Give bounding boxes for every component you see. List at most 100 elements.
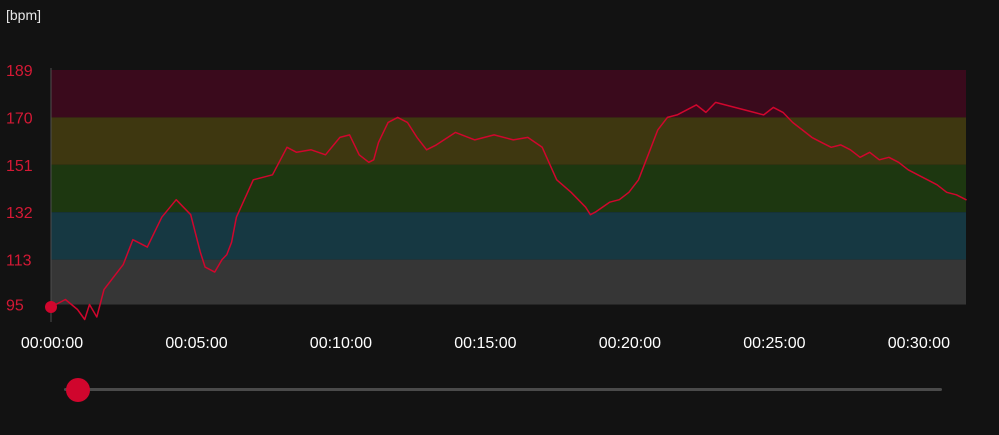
- heart-rate-point: [724, 104, 726, 106]
- heart-rate-point: [585, 206, 587, 208]
- heart-rate-point: [89, 304, 91, 306]
- x-tick-label: 00:30:00: [888, 335, 950, 352]
- heart-rate-point: [850, 149, 852, 151]
- heart-rate-point: [801, 129, 803, 131]
- heart-rate-point: [358, 154, 360, 156]
- heart-rate-point: [221, 259, 223, 261]
- heart-rate-point: [103, 289, 105, 291]
- heart-rate-point: [638, 179, 640, 181]
- zone-band-3: [51, 164, 966, 213]
- heart-rate-point: [696, 104, 698, 106]
- heart-rate-point: [204, 266, 206, 268]
- time-scrubber[interactable]: [64, 375, 942, 405]
- scrubber-thumb[interactable]: [66, 378, 90, 402]
- heart-rate-point: [373, 159, 375, 161]
- heart-rate-point: [753, 112, 755, 114]
- heart-rate-point: [821, 142, 823, 144]
- heart-rate-point: [378, 142, 380, 144]
- heart-rate-point: [426, 149, 428, 151]
- heart-rate-point: [869, 152, 871, 154]
- y-tick-label: 95: [6, 298, 24, 315]
- heart-rate-point: [161, 216, 163, 218]
- zone-band-1: [51, 70, 966, 118]
- heart-rate-point: [368, 162, 370, 164]
- zone-band-2: [51, 117, 966, 165]
- heart-rate-point: [936, 184, 938, 186]
- heart-rate-point: [77, 309, 79, 311]
- heart-rate-point: [907, 169, 909, 171]
- heart-rate-point: [667, 117, 669, 119]
- y-tick-label: 170: [6, 110, 33, 127]
- heart-rate-point: [594, 211, 596, 213]
- zone-band-4: [51, 212, 966, 260]
- heart-rate-point: [686, 109, 688, 111]
- heart-rate-point: [435, 144, 437, 146]
- heart-rate-point: [493, 134, 495, 136]
- heart-rate-point: [715, 102, 717, 104]
- heart-rate-view: [bpm] 189 170 151 132 113 95 00:00:00 00:05:00 00…: [0, 0, 999, 435]
- heart-rate-point: [898, 162, 900, 164]
- heart-rate-point: [859, 157, 861, 159]
- heart-rate-point: [541, 147, 543, 149]
- heart-rate-point: [705, 112, 707, 114]
- heart-rate-point: [175, 199, 177, 201]
- scrubber-track[interactable]: [64, 388, 942, 391]
- x-tick-label: 00:10:00: [310, 335, 372, 352]
- heart-rate-point: [122, 264, 124, 266]
- current-position-marker: [45, 301, 57, 314]
- heart-rate-point: [325, 154, 327, 156]
- heart-rate-point: [226, 254, 228, 256]
- heart-rate-point: [84, 319, 86, 321]
- heart-rate-point: [339, 137, 341, 139]
- x-tick-label: 00:05:00: [165, 335, 227, 352]
- heart-rate-point: [657, 129, 659, 131]
- heart-rate-point: [231, 241, 233, 243]
- y-tick-label: 151: [6, 158, 33, 175]
- heart-rate-point: [252, 179, 254, 181]
- heart-rate-point: [811, 137, 813, 139]
- heart-rate-point: [132, 239, 134, 241]
- x-tick-label: 00:25:00: [743, 335, 805, 352]
- heart-rate-point: [349, 134, 351, 136]
- heart-rate-point: [147, 246, 149, 248]
- x-tick-label: 00:00:00: [21, 335, 83, 352]
- zone-band-5: [51, 259, 966, 305]
- heart-rate-point: [387, 122, 389, 124]
- heart-rate-chart: [bpm] 189 170 151 132 113 95 00:00:00 00:05:00 00…: [6, 7, 967, 352]
- heart-rate-point: [513, 139, 515, 141]
- heart-rate-point: [190, 214, 192, 216]
- heart-rate-point: [474, 139, 476, 141]
- heart-rate-point: [840, 144, 842, 146]
- heart-rate-point: [96, 316, 98, 318]
- y-tick-label: 132: [6, 205, 33, 222]
- heart-rate-point: [830, 147, 832, 149]
- heart-rate-point: [416, 137, 418, 139]
- heart-rate-point: [782, 112, 784, 114]
- heart-rate-point: [214, 271, 216, 273]
- heart-rate-point: [763, 114, 765, 116]
- heart-rate-point: [618, 199, 620, 201]
- y-tick-label: 189: [6, 63, 33, 80]
- heart-rate-point: [236, 216, 238, 218]
- heart-rate-point: [199, 251, 201, 253]
- heart-rate-point: [917, 174, 919, 176]
- heart-rate-point: [407, 122, 409, 124]
- y-tick-label: 113: [6, 253, 32, 270]
- heart-rate-point: [734, 107, 736, 109]
- x-tick-label: 00:15:00: [454, 335, 516, 352]
- heart-rate-point: [946, 191, 948, 193]
- heart-rate-point: [609, 201, 611, 203]
- heart-rate-point: [556, 179, 558, 181]
- heart-rate-point: [65, 299, 67, 301]
- heart-rate-point: [773, 107, 775, 109]
- heart-rate-point: [527, 137, 529, 139]
- heart-rate-point: [676, 114, 678, 116]
- heart-rate-point: [888, 157, 890, 159]
- heart-rate-point: [310, 149, 312, 151]
- heart-rate-point: [744, 109, 746, 111]
- heart-rate-point: [647, 154, 649, 156]
- y-axis-unit-label: [bpm]: [6, 7, 41, 23]
- heart-rate-point: [397, 117, 399, 119]
- heart-rate-point: [296, 152, 298, 154]
- heart-rate-point: [455, 132, 457, 134]
